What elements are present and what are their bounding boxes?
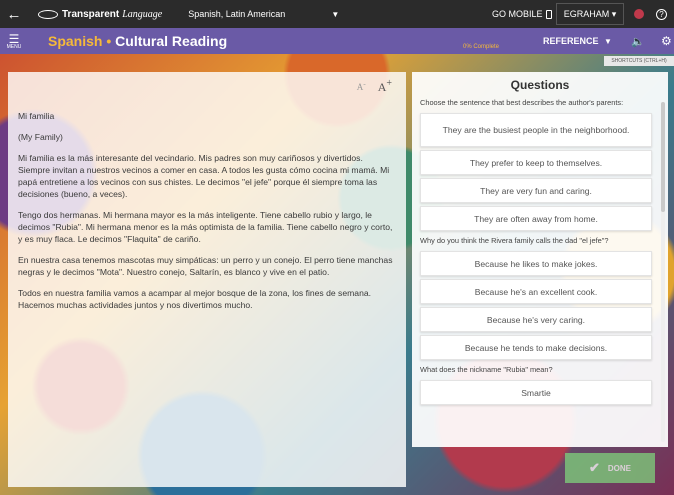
answer-option[interactable]: Because he's very caring.	[420, 307, 652, 332]
answer-option[interactable]: They are often away from home.	[420, 206, 652, 231]
brand-logo: Transparent Language	[38, 9, 162, 20]
reading-paragraph: En nuestra casa tenemos mascotas muy sim…	[18, 255, 393, 277]
answer-option[interactable]: Smartie	[420, 380, 652, 405]
top-bar: ← Transparent Language Spanish, Latin Am…	[0, 0, 674, 28]
chevron-down-icon[interactable]: ▼	[331, 10, 339, 19]
scrollbar-thumb[interactable]	[661, 102, 665, 212]
question-prompt: Why do you think the Rivera family calls…	[420, 236, 609, 245]
increase-font-icon[interactable]: A+	[378, 78, 392, 93]
reading-pane: A- A+ Mi familia (My Family) Mi familia …	[8, 72, 406, 487]
gear-icon[interactable]: ⚙	[661, 34, 672, 48]
title-separator: •	[102, 33, 116, 49]
reading-paragraph: Todos en nuestra familia vamos a acampar…	[18, 288, 372, 310]
reading-paragraph: Tengo dos hermanas. Mi hermana mayor es …	[18, 210, 393, 244]
answer-option[interactable]: They prefer to keep to themselves.	[420, 150, 652, 175]
reading-title: Mi familia	[18, 111, 55, 121]
questions-scrollbar[interactable]	[661, 102, 665, 442]
phone-icon	[545, 9, 552, 19]
user-name: EGRAHAM	[563, 9, 610, 19]
brand-name: Transparent	[62, 8, 120, 20]
font-size-tools: A- A+	[357, 78, 392, 93]
chevron-down-icon: ▾	[611, 8, 617, 19]
logo-mark-icon	[38, 9, 58, 19]
help-icon[interactable]: ?	[656, 8, 667, 20]
activity-header: ☰ MENU Spanish • Cultural Reading 0% Com…	[0, 28, 674, 54]
reference-button[interactable]: REFERENCE	[543, 36, 599, 46]
page-title: Spanish • Cultural Reading	[48, 33, 227, 49]
title-language: Spanish	[48, 33, 103, 49]
go-mobile-button[interactable]: GO MOBILE	[492, 9, 552, 19]
menu-label: MENU	[6, 43, 22, 50]
speaker-icon[interactable]: 🔈	[631, 35, 645, 48]
done-label: DONE	[607, 463, 632, 473]
go-mobile-label: GO MOBILE	[492, 9, 543, 19]
hamburger-icon: ☰	[8, 31, 20, 46]
answer-option[interactable]: Because he tends to make decisions.	[420, 335, 652, 360]
check-icon: ✔	[588, 460, 600, 475]
progress-text: 0% Complete	[463, 44, 500, 50]
menu-button[interactable]: ☰ MENU	[0, 33, 28, 50]
reading-subtitle: (My Family)	[18, 132, 63, 142]
answer-option[interactable]: Because he likes to make jokes.	[420, 251, 652, 276]
questions-heading: Questions	[510, 78, 570, 92]
answer-option[interactable]: Because he's an excellent cook.	[420, 279, 652, 304]
chevron-down-icon[interactable]: ▼	[604, 37, 612, 46]
reading-paragraph: Mi familia es la más interesante del vec…	[18, 153, 390, 199]
course-selector[interactable]: Spanish, Latin American	[188, 9, 285, 19]
flag-icon[interactable]	[634, 9, 644, 19]
question-prompt: Choose the sentence that best describes …	[420, 98, 624, 107]
shortcuts-hint: SHORTCUTS (CTRL+H)	[604, 56, 674, 66]
user-menu[interactable]: EGRAHAM ▾	[556, 3, 624, 25]
answer-option[interactable]: They are very fun and caring.	[420, 178, 652, 203]
question-prompt: What does the nickname "Rubia" mean?	[420, 365, 553, 374]
brand-word: Language	[122, 8, 163, 20]
decrease-font-icon[interactable]: A-	[357, 78, 366, 93]
title-activity: Cultural Reading	[115, 33, 228, 49]
answer-option[interactable]: They are the busiest people in the neigh…	[420, 113, 652, 147]
questions-pane: Questions Choose the sentence that best …	[412, 72, 668, 447]
back-arrow-icon[interactable]: ←	[0, 6, 28, 23]
done-button[interactable]: ✔ DONE	[565, 453, 655, 483]
